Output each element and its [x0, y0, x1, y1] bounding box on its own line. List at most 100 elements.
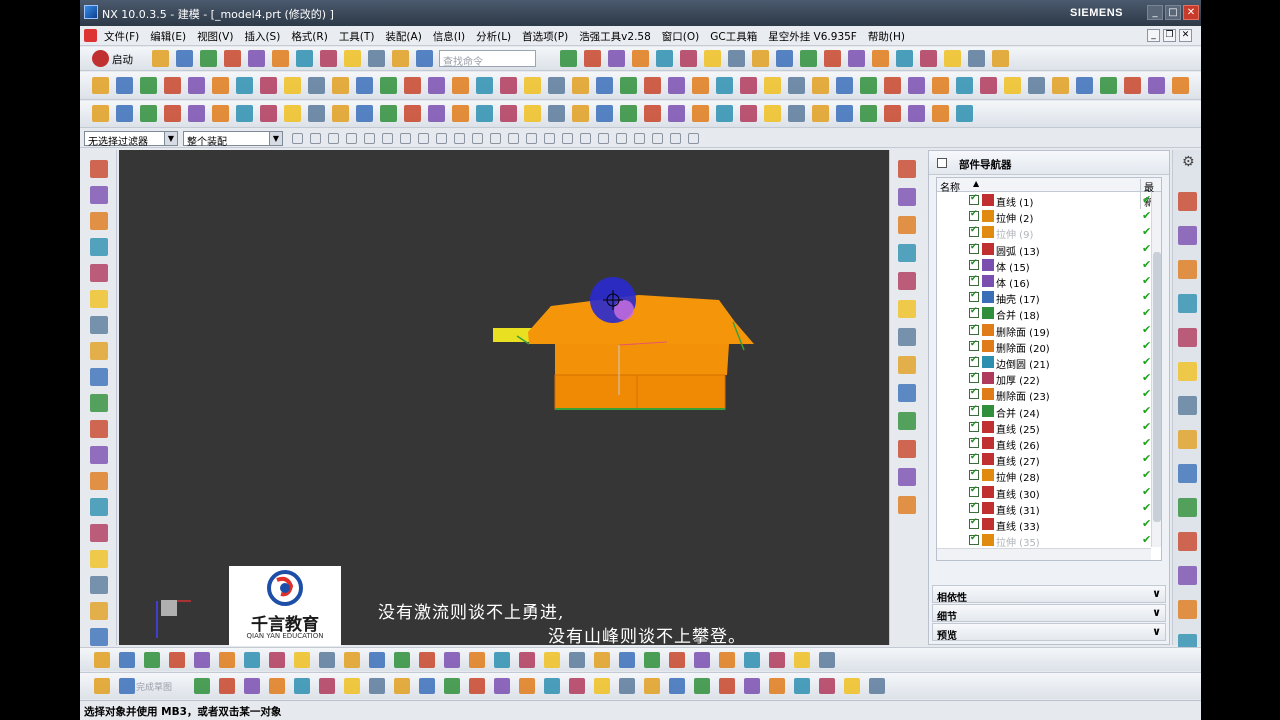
- tool-icon[interactable]: [800, 50, 817, 67]
- tool-icon[interactable]: [896, 50, 913, 67]
- tool-icon[interactable]: [704, 50, 721, 67]
- tool-icon[interactable]: [1100, 77, 1117, 94]
- filter-tool-icon[interactable]: [364, 133, 375, 144]
- visibility-checkbox[interactable]: [969, 258, 979, 270]
- tool-icon[interactable]: [1178, 192, 1197, 211]
- tool-icon[interactable]: [90, 212, 108, 230]
- tool-icon[interactable]: [594, 678, 610, 694]
- tool-icon[interactable]: [90, 420, 108, 438]
- tool-icon[interactable]: [244, 678, 260, 694]
- filter-tool-icon[interactable]: [544, 133, 555, 144]
- tool-icon[interactable]: [188, 77, 205, 94]
- tool-icon[interactable]: [668, 105, 685, 122]
- tool-icon[interactable]: [380, 105, 397, 122]
- tool-icon[interactable]: [716, 105, 733, 122]
- tree-node[interactable]: 拉伸 (28) ✔: [937, 467, 1151, 484]
- menu-item[interactable]: 浩强工具v2.58: [579, 29, 651, 44]
- tool-icon[interactable]: [394, 652, 410, 668]
- filter-tool-icon[interactable]: [670, 133, 681, 144]
- tool-icon[interactable]: [992, 50, 1009, 67]
- chevron-down-icon[interactable]: ∨: [1152, 625, 1161, 638]
- tool-icon[interactable]: [116, 105, 133, 122]
- tool-icon[interactable]: [776, 50, 793, 67]
- tool-icon[interactable]: [1178, 396, 1197, 415]
- tool-icon[interactable]: [212, 105, 229, 122]
- filter-tool-icon[interactable]: [310, 133, 321, 144]
- menu-item[interactable]: 帮助(H): [868, 29, 905, 44]
- tool-icon[interactable]: [344, 652, 360, 668]
- visibility-checkbox[interactable]: [969, 517, 979, 529]
- tool-icon[interactable]: [620, 77, 637, 94]
- tool-icon[interactable]: [94, 652, 110, 668]
- tool-icon[interactable]: [740, 105, 757, 122]
- tool-icon[interactable]: [90, 290, 108, 308]
- tool-icon[interactable]: [419, 678, 435, 694]
- model-body-middle[interactable]: [555, 344, 729, 375]
- menu-item[interactable]: 工具(T): [339, 29, 375, 44]
- type-filter-select[interactable]: 无选择过滤器 ▼: [84, 131, 178, 148]
- menu-item[interactable]: 星空外挂 V6.935F: [768, 29, 857, 44]
- tool-icon[interactable]: [728, 50, 745, 67]
- tree-node[interactable]: 拉伸 (2) ✔: [937, 208, 1151, 225]
- tool-icon[interactable]: [90, 602, 108, 620]
- tool-icon[interactable]: [500, 77, 517, 94]
- visibility-checkbox[interactable]: [969, 306, 979, 319]
- tool-icon[interactable]: [898, 272, 916, 290]
- tool-icon[interactable]: [368, 50, 385, 67]
- tool-icon[interactable]: [140, 77, 157, 94]
- tool-icon[interactable]: [932, 105, 949, 122]
- tool-icon[interactable]: [620, 105, 637, 122]
- tool-icon[interactable]: [469, 678, 485, 694]
- start-menu-label[interactable]: 启动: [112, 52, 133, 67]
- filter-tool-icon[interactable]: [418, 133, 429, 144]
- tool-icon[interactable]: [1172, 77, 1189, 94]
- menu-item[interactable]: 首选项(P): [522, 29, 568, 44]
- tool-icon[interactable]: [908, 77, 925, 94]
- tool-icon[interactable]: [356, 105, 373, 122]
- tool-icon[interactable]: [284, 105, 301, 122]
- tree-node[interactable]: 边倒圆 (21) ✔: [937, 354, 1151, 371]
- tool-icon[interactable]: [569, 652, 585, 668]
- tool-icon[interactable]: [294, 652, 310, 668]
- tool-icon[interactable]: [898, 356, 916, 374]
- tool-icon[interactable]: [898, 300, 916, 318]
- minimize-button[interactable]: _: [1147, 5, 1163, 20]
- tool-icon[interactable]: [1178, 498, 1197, 517]
- tool-icon[interactable]: [272, 50, 289, 67]
- visibility-checkbox[interactable]: [969, 242, 979, 254]
- tool-icon[interactable]: [572, 77, 589, 94]
- tool-icon[interactable]: [1124, 77, 1141, 94]
- tool-icon[interactable]: [812, 105, 829, 122]
- tool-icon[interactable]: [669, 678, 685, 694]
- tool-icon[interactable]: [560, 50, 577, 67]
- tool-icon[interactable]: [194, 652, 210, 668]
- tool-icon[interactable]: [380, 77, 397, 94]
- tool-icon[interactable]: [1178, 532, 1197, 551]
- tool-icon[interactable]: [90, 238, 108, 256]
- tree-node[interactable]: 体 (15) ✔: [937, 257, 1151, 274]
- visibility-checkbox[interactable]: [969, 452, 979, 465]
- tree-node[interactable]: 合并 (24) ✔: [937, 403, 1151, 420]
- tool-icon[interactable]: [369, 652, 385, 668]
- tree-node[interactable]: 加厚 (22) ✔: [937, 370, 1151, 387]
- tool-icon[interactable]: [519, 678, 535, 694]
- visibility-checkbox[interactable]: [969, 420, 979, 432]
- tool-icon[interactable]: [219, 678, 235, 694]
- menu-item[interactable]: 文件(F): [104, 29, 139, 44]
- navigator-scrollbar[interactable]: [1151, 192, 1161, 547]
- tool-icon[interactable]: [596, 105, 613, 122]
- filter-tool-icon[interactable]: [382, 133, 393, 144]
- tool-icon[interactable]: [1178, 600, 1197, 619]
- tool-icon[interactable]: [90, 394, 108, 412]
- visibility-checkbox[interactable]: [969, 501, 979, 513]
- gear-icon[interactable]: ⚙: [1182, 154, 1195, 170]
- tool-icon[interactable]: [968, 50, 985, 67]
- tool-icon[interactable]: [444, 652, 460, 668]
- tool-icon[interactable]: [944, 50, 961, 67]
- tool-icon[interactable]: [860, 105, 877, 122]
- visibility-checkbox[interactable]: [969, 355, 979, 367]
- tool-icon[interactable]: [140, 105, 157, 122]
- tool-icon[interactable]: [224, 50, 241, 67]
- visibility-checkbox[interactable]: [969, 387, 979, 400]
- tool-icon[interactable]: [344, 50, 361, 67]
